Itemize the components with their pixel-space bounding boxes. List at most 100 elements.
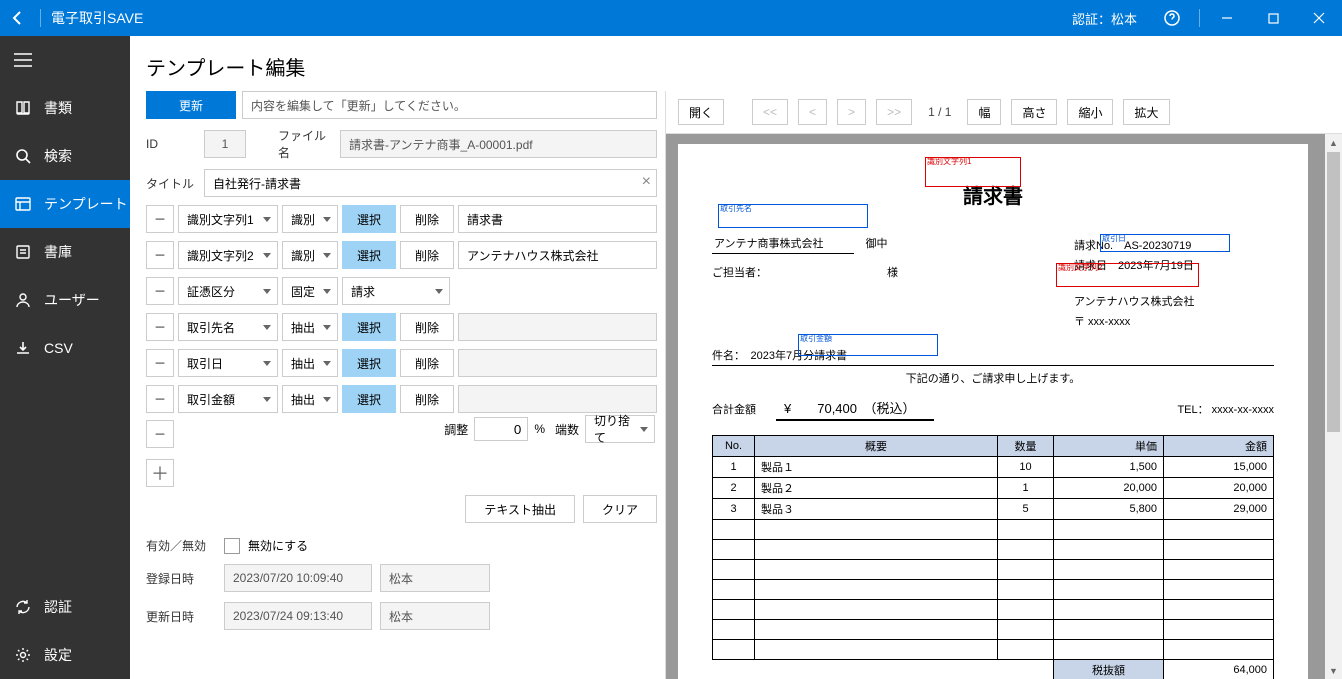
delete-button[interactable]: 削除: [400, 349, 454, 377]
doc-note: 下記の通り、ご請求申し上げます。: [712, 370, 1274, 386]
minimize-button[interactable]: [1204, 0, 1250, 36]
select-button[interactable]: 選択: [342, 313, 396, 341]
remove-row-button[interactable]: −: [146, 241, 174, 269]
scroll-thumb[interactable]: [1327, 152, 1340, 432]
remove-row-button[interactable]: −: [146, 420, 174, 448]
table-row: [713, 540, 1274, 560]
doc-contact-label: ご担当者：: [712, 267, 767, 279]
maximize-button[interactable]: [1250, 0, 1296, 36]
invoice-table: No. 概要 数量 単価 金額 1製品１101,50015,000 2製品２12…: [712, 435, 1274, 679]
mode-select[interactable]: 抽出: [282, 385, 338, 413]
field-row-id1: − 識別文字列1 識別 選択 削除 請求書: [146, 205, 657, 233]
fraction-select[interactable]: 切り捨て: [585, 415, 655, 443]
reg-date-value: 2023/07/20 10:09:40: [224, 564, 372, 592]
field-value[interactable]: [458, 313, 657, 341]
doc-to-post: 御中: [866, 235, 888, 251]
scroll-down-arrow[interactable]: ▼: [1325, 662, 1342, 679]
zoom-out-button[interactable]: 縮小: [1067, 99, 1113, 125]
clear-title-button[interactable]: ×: [642, 173, 651, 191]
mode-select[interactable]: 抽出: [282, 349, 338, 377]
select-button[interactable]: 選択: [342, 241, 396, 269]
mode-select[interactable]: 識別: [282, 205, 338, 233]
value-select[interactable]: 請求: [342, 277, 450, 305]
vertical-scrollbar[interactable]: ▲ ▼: [1325, 134, 1342, 679]
remove-row-button[interactable]: −: [146, 277, 174, 305]
select-button[interactable]: 選択: [342, 205, 396, 233]
field-select[interactable]: 識別文字列2: [178, 241, 278, 269]
fit-width-button[interactable]: 幅: [967, 99, 1001, 125]
invalidate-checkbox[interactable]: [224, 538, 240, 554]
table-row: [713, 600, 1274, 620]
field-select[interactable]: 取引日: [178, 349, 278, 377]
sidebar-item-template[interactable]: テンプレート: [0, 180, 130, 228]
field-value[interactable]: [458, 385, 657, 413]
sidebar-item-archive[interactable]: 書庫: [0, 228, 130, 276]
remove-row-button[interactable]: −: [146, 385, 174, 413]
th-no: No.: [713, 436, 755, 457]
field-value[interactable]: アンテナハウス株式会社: [458, 241, 657, 269]
first-page-button[interactable]: <<: [752, 99, 788, 125]
open-button[interactable]: 開く: [678, 99, 724, 125]
delete-button[interactable]: 削除: [400, 241, 454, 269]
form-panel: 更新 内容を編集して「更新」してください。 ID 1 ファイル名 請求書-アンテ…: [130, 91, 665, 679]
file-label: ファイル名: [278, 127, 334, 161]
field-value[interactable]: 請求書: [458, 205, 657, 233]
field-value[interactable]: [458, 349, 657, 377]
delete-button[interactable]: 削除: [400, 205, 454, 233]
update-button[interactable]: 更新: [146, 91, 236, 119]
clear-button[interactable]: クリア: [583, 495, 657, 523]
sidebar-item-auth[interactable]: 認証: [0, 583, 130, 631]
archive-icon: [14, 244, 32, 260]
sidebar-item-label: 書類: [44, 98, 72, 118]
gear-icon: [14, 647, 32, 663]
sidebar-item-label: 認証: [44, 597, 72, 617]
remove-row-button[interactable]: −: [146, 349, 174, 377]
sidebar-item-documents[interactable]: 書類: [0, 84, 130, 132]
doc-subject-value: 2023年7月分請求書: [751, 350, 848, 362]
field-row-id2: − 識別文字列2 識別 選択 削除 アンテナハウス株式会社: [146, 241, 657, 269]
adjust-input[interactable]: [474, 417, 528, 441]
last-page-button[interactable]: >>: [876, 99, 912, 125]
title-input[interactable]: [204, 169, 657, 197]
remove-row-button[interactable]: −: [146, 205, 174, 233]
field-select[interactable]: 取引金額: [178, 385, 278, 413]
field-select[interactable]: 識別文字列1: [178, 205, 278, 233]
hamburger-button[interactable]: [0, 36, 130, 84]
close-button[interactable]: [1296, 0, 1342, 36]
add-row-button[interactable]: ＋: [146, 459, 174, 487]
fit-height-button[interactable]: 高さ: [1011, 99, 1057, 125]
prev-page-button[interactable]: <: [798, 99, 827, 125]
sidebar-item-settings[interactable]: 設定: [0, 631, 130, 679]
doc-date-label: 請求日: [1074, 260, 1107, 272]
table-row: [713, 640, 1274, 660]
search-icon: [14, 148, 32, 164]
remove-row-button[interactable]: −: [146, 313, 174, 341]
sidebar-item-label: CSV: [44, 340, 73, 356]
back-button[interactable]: [0, 0, 36, 36]
sidebar-item-user[interactable]: ユーザー: [0, 276, 130, 324]
zoom-in-button[interactable]: 拡大: [1123, 99, 1169, 125]
select-button[interactable]: 選択: [342, 385, 396, 413]
app-title: 電子取引SAVE: [51, 8, 143, 28]
help-button[interactable]: [1149, 0, 1195, 36]
delete-button[interactable]: 削除: [400, 313, 454, 341]
th-amt: 金額: [1164, 436, 1274, 457]
sidebar-item-search[interactable]: 検索: [0, 132, 130, 180]
field-select[interactable]: 取引先名: [178, 313, 278, 341]
field-select[interactable]: 証憑区分: [178, 277, 278, 305]
mode-select[interactable]: 固定: [282, 277, 338, 305]
select-button[interactable]: 選択: [342, 349, 396, 377]
next-page-button[interactable]: >: [837, 99, 866, 125]
scroll-up-arrow[interactable]: ▲: [1325, 134, 1342, 151]
sidebar-item-csv[interactable]: CSV: [0, 324, 130, 372]
table-row: 2製品２120,00020,000: [713, 478, 1274, 499]
doc-total-label: 合計金額: [712, 401, 756, 417]
title-label: タイトル: [146, 175, 198, 192]
mode-select[interactable]: 抽出: [282, 313, 338, 341]
text-extract-button[interactable]: テキスト抽出: [465, 495, 575, 523]
id-label: ID: [146, 137, 198, 151]
delete-button[interactable]: 削除: [400, 385, 454, 413]
mode-select[interactable]: 識別: [282, 241, 338, 269]
user-icon: [14, 292, 32, 308]
id-value: 1: [204, 130, 246, 158]
